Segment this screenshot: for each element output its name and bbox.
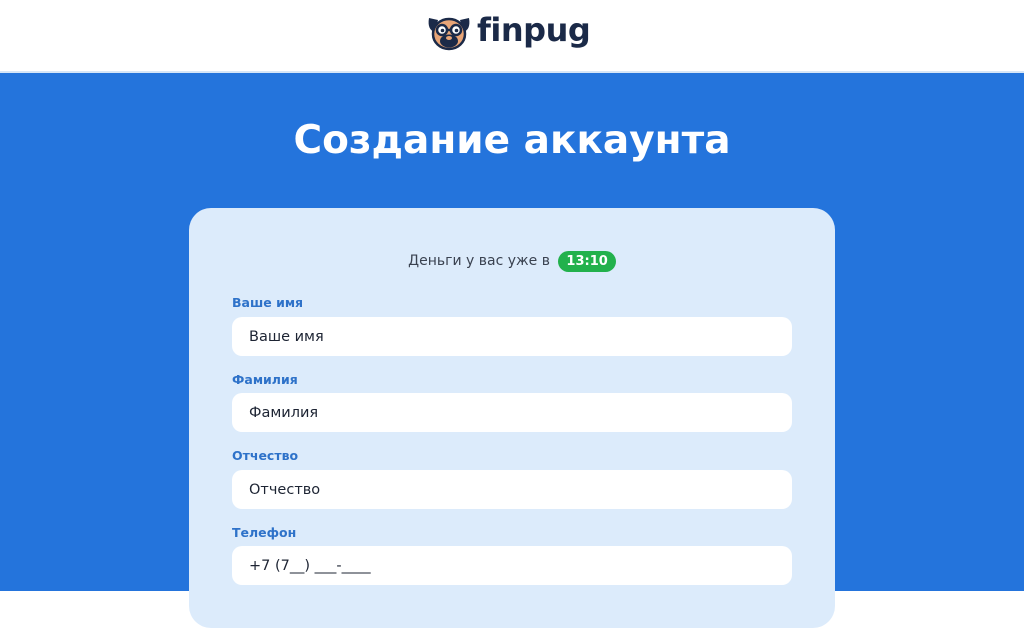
first-name-input[interactable] [232, 317, 792, 356]
timer-text: Деньги у вас уже в [408, 253, 550, 269]
timer-badge: 13:10 [558, 250, 616, 272]
last-name-label: Фамилия [232, 372, 298, 387]
site-header: finpug [0, 0, 1024, 73]
logo[interactable]: finpug [426, 11, 591, 52]
page-title: Создание аккаунта [293, 118, 731, 163]
logo-text: finpug [477, 11, 591, 49]
patronymic-input[interactable] [232, 470, 792, 509]
last-name-input[interactable] [232, 393, 792, 432]
patronymic-label: Отчество [232, 448, 299, 463]
phone-label: Телефон [232, 525, 297, 540]
first-name-label: Ваше имя [232, 295, 304, 310]
timer-row: Деньги у вас уже в 13:10 [0, 250, 1024, 272]
pug-with-glasses-icon [428, 17, 470, 51]
phone-input[interactable] [232, 546, 792, 585]
